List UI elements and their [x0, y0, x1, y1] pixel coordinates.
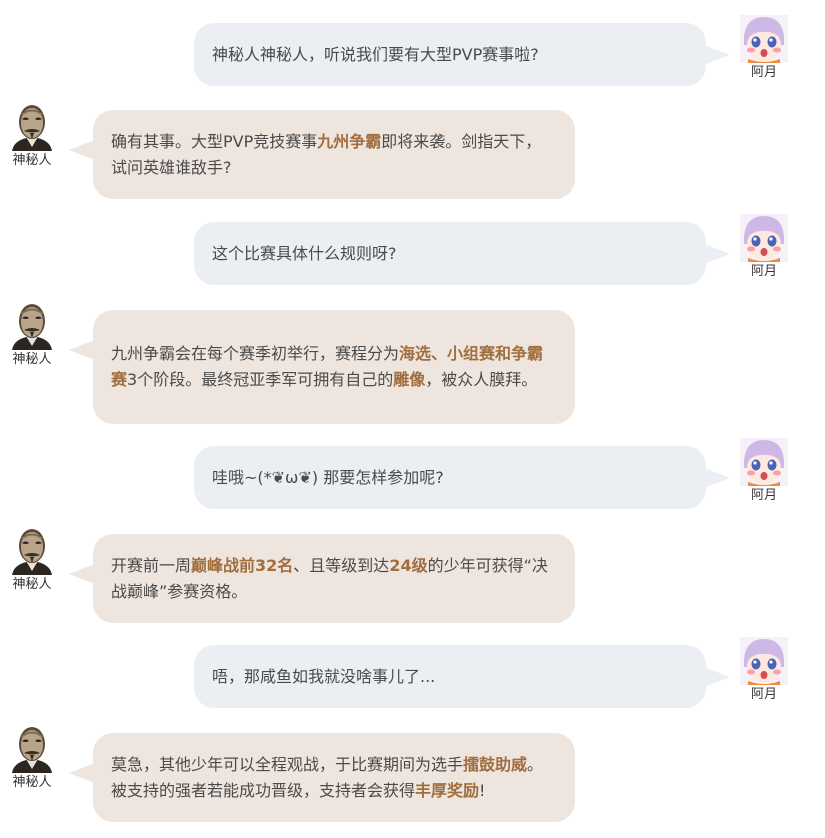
highlight-text: 24级 [389, 555, 428, 575]
avatar-block: 阿月 [734, 15, 794, 81]
highlight-text: 九州争霸 [317, 131, 382, 151]
text-segment: 确有其事。大型PVP竞技赛事 [111, 131, 318, 151]
text-segment: 这个比赛具体什么规则呀? [212, 243, 397, 263]
speaker-name: 阿月 [750, 65, 777, 80]
avatar-block: 阿月 [734, 637, 794, 703]
chat-bubble: 莫急，其他少年可以全程观战，于比赛期间为选手擂鼓助威。被支持的强者若能成功晋级，… [69, 733, 575, 822]
message-text: 神秘人神秘人，听说我们要有大型PVP赛事啦? [212, 42, 539, 68]
mystery-avatar [8, 725, 56, 773]
chat-bubble: 这个比赛具体什么规则呀? [194, 222, 730, 285]
text-segment: 莫急，其他少年可以全程观战，于比赛期间为选手 [111, 754, 464, 774]
speaker-name: 阿月 [750, 687, 777, 702]
chat-bubble: 哇哦~(*❦ω❦) 那要怎样参加呢? [194, 446, 730, 509]
message-text: 九州争霸会在每个赛季初举行，赛程分为海选、小组赛和争霸赛3个阶段。最终冠亚季军可… [111, 341, 557, 393]
text-segment: 神秘人神秘人，听说我们要有大型PVP赛事啦? [212, 44, 539, 64]
ayue-avatar [740, 15, 788, 63]
speaker-name: 阿月 [750, 264, 777, 279]
mystery-avatar [8, 103, 56, 151]
highlight-text: 擂鼓助威 [463, 754, 528, 774]
message-text: 唔，那咸鱼如我就没啥事儿了... [212, 664, 435, 690]
speaker-name: 神秘人 [12, 352, 52, 367]
text-segment: 唔，那咸鱼如我就没啥事儿了... [212, 666, 436, 686]
avatar-block: 神秘人 [2, 302, 62, 368]
mystery-avatar [8, 302, 56, 350]
highlight-text: 巅峰战前32名 [191, 555, 294, 575]
avatar-block: 神秘人 [2, 527, 62, 593]
chat-bubble: 开赛前一周巅峰战前32名、且等级到达24级的少年可获得“决战巅峰”参赛资格。 [69, 534, 575, 623]
highlight-text: 丰厚奖励 [415, 780, 480, 800]
text-segment: 九州争霸会在每个赛季初举行，赛程分为 [111, 344, 400, 363]
text-segment: ! [479, 780, 486, 800]
ayue-avatar [740, 637, 788, 685]
message-text: 哇哦~(*❦ω❦) 那要怎样参加呢? [212, 465, 444, 491]
message-text: 开赛前一周巅峰战前32名、且等级到达24级的少年可获得“决战巅峰”参赛资格。 [111, 553, 557, 605]
chat-bubble: 确有其事。大型PVP竞技赛事九州争霸即将来袭。剑指天下，试问英雄谁敌手? [69, 110, 575, 199]
text-segment: 3个阶段。最终冠亚季军可拥有自己的 [127, 370, 394, 389]
message-text: 这个比赛具体什么规则呀? [212, 241, 397, 267]
text-segment: 哇哦~(*❦ω❦) 那要怎样参加呢? [212, 467, 444, 487]
ayue-avatar [740, 214, 788, 262]
chat-bubble: 神秘人神秘人，听说我们要有大型PVP赛事啦? [194, 23, 730, 86]
chat-log: 神秘人神秘人，听说我们要有大型PVP赛事啦? 阿月 确有其事。大型PVP竞技赛事… [0, 0, 825, 838]
message-text: 确有其事。大型PVP竞技赛事九州争霸即将来袭。剑指天下，试问英雄谁敌手? [111, 129, 557, 181]
text-segment: 开赛前一周 [111, 555, 192, 575]
highlight-text: 雕像 [393, 370, 426, 389]
ayue-avatar [740, 438, 788, 486]
speaker-name: 神秘人 [12, 153, 52, 168]
avatar-block: 神秘人 [2, 103, 62, 169]
avatar-block: 阿月 [734, 438, 794, 504]
chat-bubble: 九州争霸会在每个赛季初举行，赛程分为海选、小组赛和争霸赛3个阶段。最终冠亚季军可… [69, 310, 575, 424]
avatar-block: 神秘人 [2, 725, 62, 791]
speaker-name: 神秘人 [12, 775, 52, 790]
speaker-name: 神秘人 [12, 577, 52, 592]
speaker-name: 阿月 [750, 488, 777, 503]
mystery-avatar [8, 527, 56, 575]
chat-bubble: 唔，那咸鱼如我就没啥事儿了... [194, 645, 730, 708]
text-segment: 、且等级到达 [293, 555, 390, 575]
message-text: 莫急，其他少年可以全程观战，于比赛期间为选手擂鼓助威。被支持的强者若能成功晋级，… [111, 752, 557, 804]
text-segment: ，被众人膜拜。 [425, 370, 538, 389]
avatar-block: 阿月 [734, 214, 794, 280]
